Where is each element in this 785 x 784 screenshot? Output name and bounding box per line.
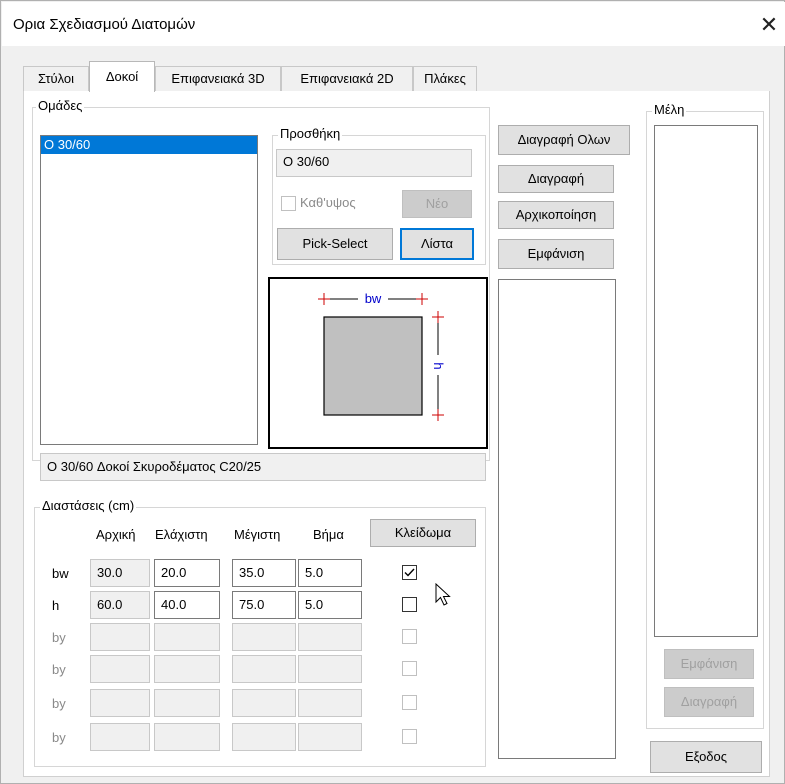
lock-checkbox[interactable] <box>402 565 417 580</box>
check-icon <box>404 568 415 577</box>
results-listbox[interactable] <box>498 279 616 759</box>
tab-slabs[interactable]: Πλάκες <box>413 66 477 92</box>
title-bar: Ορια Σχεδιασμού Διατομών ✕ <box>2 2 785 46</box>
dim-row-label: by <box>52 730 66 745</box>
dim-field-max[interactable] <box>232 623 296 651</box>
add-name-field[interactable]: O 30/60 <box>276 149 472 177</box>
dim-field-min[interactable]: 20.0 <box>154 559 220 587</box>
section-diagram: bw h <box>318 291 446 421</box>
lock-checkbox[interactable] <box>402 629 417 644</box>
dim-field-initial[interactable] <box>90 689 150 717</box>
dim-field-step[interactable] <box>298 723 362 751</box>
dim-field-step[interactable]: 5.0 <box>298 559 362 587</box>
dim-row-label: h <box>52 598 60 613</box>
members-delete-button[interactable]: Διαγραφή <box>664 687 754 717</box>
dimensions-label: Διαστάσεις (cm) <box>40 498 137 513</box>
tab-columns[interactable]: Στύλοι <box>23 66 89 92</box>
close-icon[interactable]: ✕ <box>754 10 784 40</box>
dim-field-max[interactable] <box>232 689 296 717</box>
header-step: Βήμα <box>313 527 344 542</box>
window-title: Ορια Σχεδιασμού Διατομών <box>13 16 196 33</box>
dim-field-initial[interactable] <box>90 623 150 651</box>
pick-select-button[interactable]: Pick-Select <box>277 228 393 260</box>
dim-field-min[interactable] <box>154 689 220 717</box>
dim-field-min[interactable] <box>154 655 220 683</box>
members-label: Μέλη <box>652 102 687 117</box>
delete-button[interactable]: Διαγραφή <box>498 165 614 193</box>
header-initial: Αρχική <box>96 527 136 542</box>
by-height-label: Καθ'υψος <box>300 195 356 210</box>
dim-field-step[interactable]: 5.0 <box>298 591 362 619</box>
tab-surface-3d[interactable]: Επιφανειακά 3D <box>155 66 281 92</box>
dim-field-max[interactable]: 35.0 <box>232 559 296 587</box>
group-description: O 30/60 Δοκοί Σκυροδέματος C20/25 <box>40 453 486 481</box>
by-height-checkbox[interactable] <box>281 196 296 211</box>
section-rectangle <box>323 316 423 416</box>
dim-field-max[interactable] <box>232 655 296 683</box>
lock-checkbox[interactable] <box>402 729 417 744</box>
dim-field-step[interactable] <box>298 655 362 683</box>
mouse-pointer-icon <box>435 583 451 606</box>
bw-dimension-label: bw <box>365 291 382 306</box>
header-max: Μέγιστη <box>234 527 281 542</box>
lock-button[interactable]: Κλείδωμα <box>370 519 476 547</box>
header-min: Ελάχιστη <box>155 527 208 542</box>
tab-panel: Ομάδες O 30/60 Προσθήκη O 30/60 Καθ'υψος… <box>23 91 770 777</box>
dim-field-step[interactable] <box>298 689 362 717</box>
list-button[interactable]: Λίστα <box>400 228 474 260</box>
members-listbox[interactable] <box>654 125 758 637</box>
dim-field-initial[interactable] <box>90 723 150 751</box>
lock-checkbox[interactable] <box>402 661 417 676</box>
dim-field-initial[interactable] <box>90 655 150 683</box>
dim-row-label: by <box>52 630 66 645</box>
groups-listbox[interactable]: O 30/60 <box>40 135 258 445</box>
add-label: Προσθήκη <box>278 126 343 141</box>
dim-field-min[interactable]: 40.0 <box>154 591 220 619</box>
list-item[interactable]: O 30/60 <box>41 136 257 154</box>
h-dimension-label: h <box>431 362 446 369</box>
lock-checkbox[interactable] <box>402 597 417 612</box>
exit-button[interactable]: Εξοδος <box>650 741 762 773</box>
show-button[interactable]: Εμφάνιση <box>498 239 614 269</box>
section-preview: bw h <box>268 277 488 449</box>
new-button[interactable]: Νέο <box>402 190 472 218</box>
dialog-window: Ορια Σχεδιασμού Διατομών ✕ Στύλοι Δοκοί … <box>0 0 785 784</box>
dim-field-max[interactable]: 75.0 <box>232 591 296 619</box>
dim-field-initial[interactable]: 60.0 <box>90 591 150 619</box>
dim-field-step[interactable] <box>298 623 362 651</box>
groups-label: Ομάδες <box>36 98 85 113</box>
dim-field-min[interactable] <box>154 623 220 651</box>
members-show-button[interactable]: Εμφάνιση <box>664 649 754 679</box>
tab-beams[interactable]: Δοκοί <box>89 61 155 92</box>
dim-row-label: bw <box>52 566 69 581</box>
dim-field-min[interactable] <box>154 723 220 751</box>
dim-row-label: by <box>52 696 66 711</box>
dim-field-max[interactable] <box>232 723 296 751</box>
tab-surface-2d[interactable]: Επιφανειακά 2D <box>281 66 413 92</box>
dim-row-label: by <box>52 662 66 677</box>
delete-all-button[interactable]: Διαγραφή Ολων <box>498 125 630 155</box>
dim-field-initial[interactable]: 30.0 <box>90 559 150 587</box>
lock-checkbox[interactable] <box>402 695 417 710</box>
initialize-button[interactable]: Αρχικοποίηση <box>498 201 614 229</box>
